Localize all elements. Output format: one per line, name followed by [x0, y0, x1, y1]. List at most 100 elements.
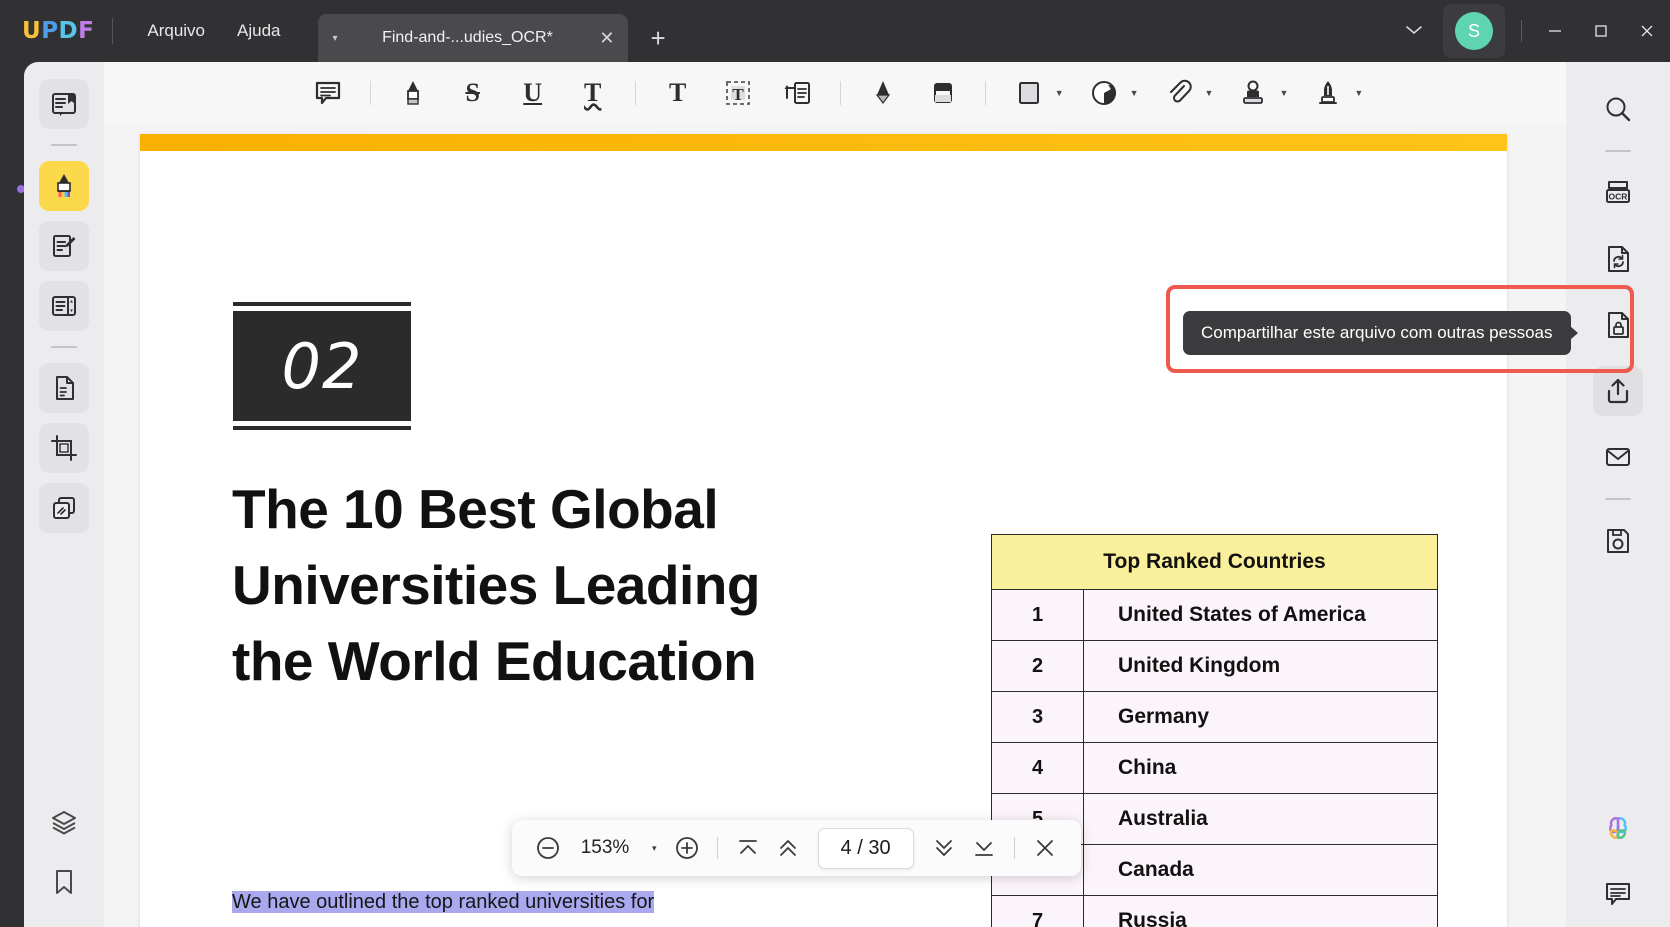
sidebar-item-edit[interactable] [39, 221, 89, 271]
tool-shapes[interactable]: ▼ [1003, 71, 1068, 115]
rightrail-search[interactable] [1593, 84, 1643, 134]
menu-arquivo[interactable]: Arquivo [131, 13, 221, 49]
layers-icon [49, 807, 79, 837]
sidebar-item-convert[interactable] [39, 363, 89, 413]
stamp-caret-icon[interactable]: ▼ [1279, 88, 1288, 98]
pen-nib-icon [1314, 79, 1342, 107]
sidebar-item-reader[interactable] [39, 79, 89, 129]
attachment-caret-icon[interactable]: ▼ [1205, 88, 1214, 98]
sidebar-item-organize-pages[interactable] [39, 281, 89, 331]
rightrail-divider-1 [1605, 150, 1631, 152]
window-maximize-button[interactable] [1578, 0, 1624, 62]
sidebar-item-crop[interactable] [39, 423, 89, 473]
section-number-line-top [233, 302, 411, 306]
svg-text:OCR: OCR [1609, 192, 1628, 202]
tool-note[interactable] [306, 71, 350, 115]
tool-highlight[interactable] [391, 71, 435, 115]
close-icon [1033, 836, 1057, 860]
sticker-icon [1090, 79, 1118, 107]
chevron-down-icon[interactable] [1391, 13, 1437, 50]
titlebar-divider [112, 18, 113, 44]
tool-squiggly[interactable]: T [571, 71, 615, 115]
zoom-dropdown-icon[interactable]: ▾ [642, 843, 667, 854]
titlebar-right-group: S [1391, 0, 1670, 62]
first-page-button[interactable] [728, 828, 768, 868]
window-minimize-button[interactable] [1532, 0, 1578, 62]
tool-callout[interactable] [776, 71, 820, 115]
logo-letter-f: F [78, 18, 94, 44]
menu-ajuda[interactable]: Ajuda [221, 13, 296, 49]
logo-letter-d: D [59, 18, 79, 44]
tab-close-icon[interactable]: ✕ [599, 29, 614, 47]
sticky-note-icon [314, 79, 342, 107]
tool-textbox[interactable]: T [716, 71, 760, 115]
tool-sticker[interactable]: ▼ [1078, 71, 1143, 115]
tool-attachment[interactable]: ▼ [1153, 71, 1218, 115]
pencil-icon [869, 79, 897, 107]
previous-page-button[interactable] [768, 828, 808, 868]
zoom-level-label[interactable]: 153% [578, 837, 632, 859]
page-indicator[interactable]: 4 / 30 [818, 828, 914, 869]
logo-letter-p: P [41, 18, 58, 44]
rightrail-protect[interactable] [1593, 300, 1643, 350]
zoom-out-button[interactable] [528, 828, 568, 868]
rightrail-ai[interactable] [1593, 803, 1643, 853]
zoom-in-button[interactable] [667, 828, 707, 868]
pagebar-divider-1 [717, 837, 718, 859]
tab-dropdown-icon[interactable]: ▾ [332, 33, 337, 44]
tool-eraser[interactable] [921, 71, 965, 115]
shapes-caret-icon[interactable]: ▼ [1055, 88, 1064, 98]
tool-strikethrough[interactable]: S [451, 71, 495, 115]
rightrail-comments[interactable] [1593, 869, 1643, 919]
tool-signature[interactable]: ▼ [1302, 71, 1367, 115]
table-cell-country: Australia [1084, 794, 1438, 845]
page-accent-bar [140, 134, 1507, 151]
table-cell-rank: 7 [992, 896, 1084, 927]
textbox-icon: T [723, 78, 753, 108]
svg-text:T: T [732, 85, 744, 104]
avatar[interactable]: S [1455, 12, 1493, 50]
share-upload-icon [1603, 376, 1633, 406]
sidebar-item-bookmarks[interactable] [39, 857, 89, 907]
table-cell-country: Russia [1084, 896, 1438, 927]
zoom-in-icon [674, 835, 700, 861]
table-header: Top Ranked Countries [992, 535, 1438, 590]
account-button[interactable]: S [1443, 4, 1505, 58]
window-close-button[interactable] [1624, 0, 1670, 62]
page-organize-icon [49, 291, 79, 321]
tab-strip: ▾ Find-and-...udies_OCR* ✕ + [318, 0, 665, 62]
table-cell-country: Canada [1084, 845, 1438, 896]
document-viewport[interactable]: 02 The 10 Best Global Universities Leadi… [104, 124, 1566, 927]
table-row: 3 Germany [992, 692, 1438, 743]
last-page-button[interactable] [964, 828, 1004, 868]
sidebar-item-annotate[interactable] [39, 161, 89, 211]
window-controls-divider [1521, 20, 1522, 42]
bookmark-icon [49, 867, 79, 897]
pagebar-close-button[interactable] [1025, 828, 1065, 868]
rightrail-email[interactable] [1593, 432, 1643, 482]
tool-pencil[interactable] [861, 71, 905, 115]
rightrail-convert[interactable] [1593, 234, 1643, 284]
rightrail-save[interactable] [1593, 516, 1643, 566]
sidebar-item-layers[interactable] [39, 797, 89, 847]
signature-caret-icon[interactable]: ▼ [1354, 88, 1363, 98]
rightrail-share[interactable] [1593, 366, 1643, 416]
rightrail-divider-2 [1605, 498, 1631, 500]
pagebar-divider-2 [1014, 837, 1015, 859]
envelope-icon [1603, 442, 1633, 472]
next-page-button[interactable] [924, 828, 964, 868]
document-tab[interactable]: ▾ Find-and-...udies_OCR* ✕ [318, 14, 628, 62]
save-disk-icon [1603, 526, 1633, 556]
rightrail-ocr[interactable]: OCR [1593, 168, 1643, 218]
section-number-block: 02 [233, 302, 411, 430]
sticker-caret-icon[interactable]: ▼ [1130, 88, 1139, 98]
rail-divider-2 [51, 346, 77, 348]
tool-underline[interactable]: U [511, 71, 555, 115]
highlighter-icon [399, 79, 427, 107]
right-rail: OCR [1566, 62, 1670, 927]
text-icon: T [669, 78, 686, 108]
sidebar-item-compare[interactable] [39, 483, 89, 533]
tool-text[interactable]: T [656, 71, 700, 115]
tool-stamp[interactable]: ▼ [1227, 71, 1292, 115]
new-tab-button[interactable]: + [650, 23, 665, 54]
